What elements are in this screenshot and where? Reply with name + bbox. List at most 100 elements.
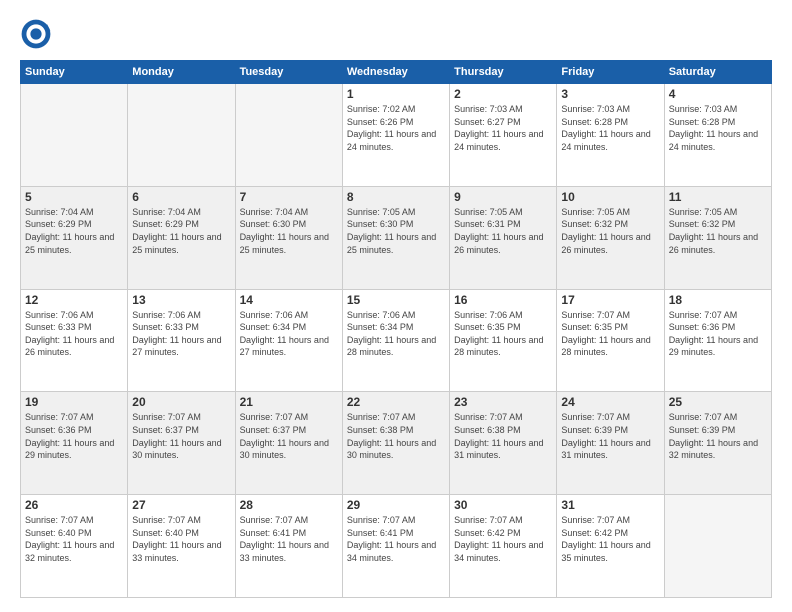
day-info: Sunrise: 7:07 AMSunset: 6:37 PMDaylight:… [240,411,338,461]
day-number: 10 [561,190,659,204]
calendar-day-cell: 28 Sunrise: 7:07 AMSunset: 6:41 PMDayligh… [235,495,342,598]
day-info: Sunrise: 7:07 AMSunset: 6:40 PMDaylight:… [25,514,123,564]
day-info: Sunrise: 7:07 AMSunset: 6:38 PMDaylight:… [454,411,552,461]
day-number: 16 [454,293,552,307]
day-number: 30 [454,498,552,512]
calendar-day-cell: 20 Sunrise: 7:07 AMSunset: 6:37 PMDayligh… [128,392,235,495]
day-number: 28 [240,498,338,512]
day-number: 24 [561,395,659,409]
calendar-header-cell: Monday [128,61,235,84]
day-info: Sunrise: 7:06 AMSunset: 6:35 PMDaylight:… [454,309,552,359]
calendar-table: SundayMondayTuesdayWednesdayThursdayFrid… [20,60,772,598]
day-number: 29 [347,498,445,512]
day-info: Sunrise: 7:06 AMSunset: 6:33 PMDaylight:… [25,309,123,359]
calendar-day-cell: 16 Sunrise: 7:06 AMSunset: 6:35 PMDayligh… [450,289,557,392]
calendar-day-cell: 10 Sunrise: 7:05 AMSunset: 6:32 PMDayligh… [557,186,664,289]
calendar-day-cell [664,495,771,598]
day-number: 19 [25,395,123,409]
day-number: 21 [240,395,338,409]
calendar-day-cell: 26 Sunrise: 7:07 AMSunset: 6:40 PMDayligh… [21,495,128,598]
day-info: Sunrise: 7:03 AMSunset: 6:28 PMDaylight:… [561,103,659,153]
day-info: Sunrise: 7:07 AMSunset: 6:39 PMDaylight:… [669,411,767,461]
day-info: Sunrise: 7:07 AMSunset: 6:41 PMDaylight:… [347,514,445,564]
calendar-day-cell: 15 Sunrise: 7:06 AMSunset: 6:34 PMDayligh… [342,289,449,392]
day-number: 18 [669,293,767,307]
day-info: Sunrise: 7:06 AMSunset: 6:34 PMDaylight:… [240,309,338,359]
day-info: Sunrise: 7:02 AMSunset: 6:26 PMDaylight:… [347,103,445,153]
calendar-day-cell: 7Sunrise: 7:04 AMSunset: 6:30 PMDaylight… [235,186,342,289]
calendar-header-cell: Thursday [450,61,557,84]
day-info: Sunrise: 7:03 AMSunset: 6:28 PMDaylight:… [669,103,767,153]
calendar-day-cell [21,84,128,187]
calendar-week-row: 1Sunrise: 7:02 AMSunset: 6:26 PMDaylight… [21,84,772,187]
calendar-day-cell: 22Sunrise: 7:07 AMSunset: 6:38 PMDayligh… [342,392,449,495]
day-number: 14 [240,293,338,307]
calendar-day-cell: 30 Sunrise: 7:07 AMSunset: 6:42 PMDayligh… [450,495,557,598]
day-number: 5 [25,190,123,204]
calendar-day-cell: 27Sunrise: 7:07 AMSunset: 6:40 PMDayligh… [128,495,235,598]
day-info: Sunrise: 7:07 AMSunset: 6:40 PMDaylight:… [132,514,230,564]
calendar-day-cell: 8Sunrise: 7:05 AMSunset: 6:30 PMDaylight… [342,186,449,289]
calendar-day-cell [235,84,342,187]
calendar-day-cell: 31 Sunrise: 7:07 AMSunset: 6:42 PMDayligh… [557,495,664,598]
day-number: 31 [561,498,659,512]
calendar-day-cell: 2Sunrise: 7:03 AMSunset: 6:27 PMDaylight… [450,84,557,187]
day-info: Sunrise: 7:07 AMSunset: 6:37 PMDaylight:… [132,411,230,461]
day-number: 8 [347,190,445,204]
logo-icon [20,18,52,50]
calendar-day-cell: 13 Sunrise: 7:06 AMSunset: 6:33 PMDayligh… [128,289,235,392]
day-info: Sunrise: 7:06 AMSunset: 6:33 PMDaylight:… [132,309,230,359]
calendar-header-cell: Friday [557,61,664,84]
day-number: 13 [132,293,230,307]
day-number: 12 [25,293,123,307]
day-number: 22 [347,395,445,409]
day-number: 11 [669,190,767,204]
day-number: 25 [669,395,767,409]
logo [20,18,58,50]
calendar-day-cell: 5 Sunrise: 7:04 AMSunset: 6:29 PMDaylight… [21,186,128,289]
calendar-day-cell: 23 Sunrise: 7:07 AMSunset: 6:38 PMDayligh… [450,392,557,495]
calendar-day-cell: 29 Sunrise: 7:07 AMSunset: 6:41 PMDayligh… [342,495,449,598]
calendar-header-cell: Sunday [21,61,128,84]
day-info: Sunrise: 7:07 AMSunset: 6:42 PMDaylight:… [561,514,659,564]
calendar-day-cell: 3 Sunrise: 7:03 AMSunset: 6:28 PMDaylight… [557,84,664,187]
calendar-day-cell: 19 Sunrise: 7:07 AMSunset: 6:36 PMDayligh… [21,392,128,495]
day-number: 4 [669,87,767,101]
day-number: 9 [454,190,552,204]
day-number: 23 [454,395,552,409]
day-info: Sunrise: 7:04 AMSunset: 6:30 PMDaylight:… [240,206,338,256]
day-number: 26 [25,498,123,512]
day-number: 20 [132,395,230,409]
calendar-day-cell: 4 Sunrise: 7:03 AMSunset: 6:28 PMDaylight… [664,84,771,187]
calendar-week-row: 19 Sunrise: 7:07 AMSunset: 6:36 PMDayligh… [21,392,772,495]
day-info: Sunrise: 7:05 AMSunset: 6:32 PMDaylight:… [669,206,767,256]
calendar-day-cell: 14 Sunrise: 7:06 AMSunset: 6:34 PMDayligh… [235,289,342,392]
calendar-day-cell: 11 Sunrise: 7:05 AMSunset: 6:32 PMDayligh… [664,186,771,289]
day-number: 6 [132,190,230,204]
calendar-header-cell: Wednesday [342,61,449,84]
calendar-day-cell: 21 Sunrise: 7:07 AMSunset: 6:37 PMDayligh… [235,392,342,495]
calendar-header-cell: Saturday [664,61,771,84]
calendar-day-cell: 6 Sunrise: 7:04 AMSunset: 6:29 PMDaylight… [128,186,235,289]
calendar-week-row: 26 Sunrise: 7:07 AMSunset: 6:40 PMDayligh… [21,495,772,598]
day-info: Sunrise: 7:07 AMSunset: 6:36 PMDaylight:… [25,411,123,461]
calendar-day-cell: 24 Sunrise: 7:07 AMSunset: 6:39 PMDayligh… [557,392,664,495]
day-number: 17 [561,293,659,307]
day-number: 3 [561,87,659,101]
day-number: 15 [347,293,445,307]
day-info: Sunrise: 7:07 AMSunset: 6:35 PMDaylight:… [561,309,659,359]
day-info: Sunrise: 7:07 AMSunset: 6:41 PMDaylight:… [240,514,338,564]
day-info: Sunrise: 7:07 AMSunset: 6:42 PMDaylight:… [454,514,552,564]
calendar-day-cell: 17 Sunrise: 7:07 AMSunset: 6:35 PMDayligh… [557,289,664,392]
day-info: Sunrise: 7:07 AMSunset: 6:36 PMDaylight:… [669,309,767,359]
day-info: Sunrise: 7:05 AMSunset: 6:32 PMDaylight:… [561,206,659,256]
day-info: Sunrise: 7:06 AMSunset: 6:34 PMDaylight:… [347,309,445,359]
day-info: Sunrise: 7:03 AMSunset: 6:27 PMDaylight:… [454,103,552,153]
calendar-day-cell [128,84,235,187]
calendar-day-cell: 9Sunrise: 7:05 AMSunset: 6:31 PMDaylight… [450,186,557,289]
calendar-day-cell: 18 Sunrise: 7:07 AMSunset: 6:36 PMDayligh… [664,289,771,392]
calendar-day-cell: 12 Sunrise: 7:06 AMSunset: 6:33 PMDayligh… [21,289,128,392]
day-info: Sunrise: 7:07 AMSunset: 6:39 PMDaylight:… [561,411,659,461]
day-info: Sunrise: 7:04 AMSunset: 6:29 PMDaylight:… [25,206,123,256]
day-info: Sunrise: 7:04 AMSunset: 6:29 PMDaylight:… [132,206,230,256]
